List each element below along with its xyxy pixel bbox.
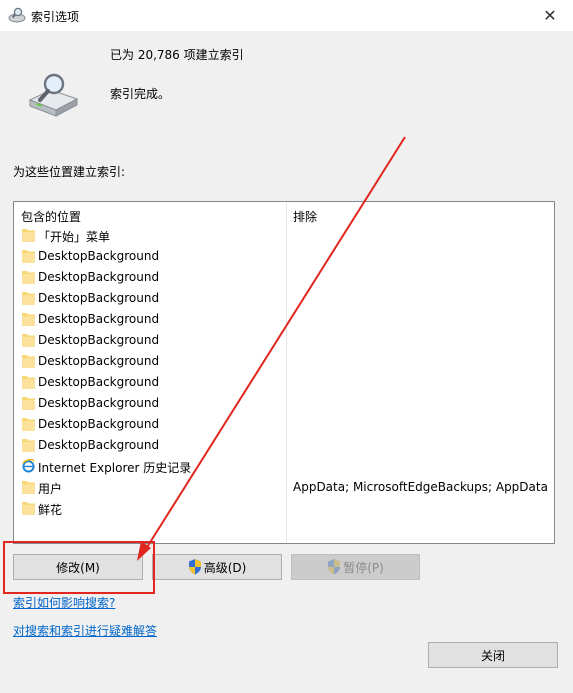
table-row[interactable]: Internet Explorer 历史记录 — [19, 456, 549, 477]
indexing-drive-icon — [28, 73, 79, 117]
table-row[interactable]: DesktopBackground — [19, 309, 549, 330]
uac-shield-icon — [328, 559, 341, 575]
table-row[interactable]: DesktopBackground — [19, 267, 549, 288]
close-icon: ✕ — [543, 6, 557, 25]
column-header-included[interactable]: 包含的位置 — [21, 208, 81, 225]
table-row[interactable]: DesktopBackground — [19, 288, 549, 309]
title-bar: 索引选项 ✕ — [0, 0, 573, 32]
table-row[interactable]: DesktopBackground — [19, 393, 549, 414]
modify-button-label: 修改(M) — [56, 560, 100, 575]
location-name: DesktopBackground — [38, 396, 160, 410]
location-name: DesktopBackground — [38, 333, 160, 347]
indexed-count-text: 已为 20,786 项建立索引 — [110, 48, 244, 62]
location-name: DesktopBackground — [38, 270, 160, 284]
advanced-button[interactable]: 高级(D) — [152, 554, 282, 580]
location-name: 用户 — [38, 482, 63, 496]
location-name: DesktopBackground — [38, 312, 160, 326]
locations-list[interactable]: 包含的位置 排除 「开始」菜单 DesktopBackground DesktopB… — [13, 201, 555, 544]
excluded-folders: AppData; MicrosoftEdgeBackups; AppData — [293, 480, 548, 494]
table-row[interactable]: 鲜花 — [19, 498, 549, 519]
advanced-button-label: 高级(D) — [203, 560, 247, 575]
table-row[interactable]: DesktopBackground — [19, 435, 549, 456]
column-header-excluded[interactable]: 排除 — [293, 208, 317, 225]
location-name: DesktopBackground — [38, 249, 160, 263]
table-row[interactable]: DesktopBackground — [19, 330, 549, 351]
location-name: DesktopBackground — [38, 438, 160, 452]
close-button[interactable]: 关闭 — [428, 642, 558, 668]
modify-button[interactable]: 修改(M) — [13, 554, 143, 580]
table-row[interactable]: DesktopBackground — [19, 414, 549, 435]
location-name: 「开始」菜单 — [38, 230, 111, 244]
table-row[interactable]: 「开始」菜单 — [19, 225, 549, 246]
location-name: DesktopBackground — [38, 291, 160, 305]
pause-button-label: 暂停(P) — [343, 560, 384, 575]
location-name: DesktopBackground — [38, 354, 160, 368]
troubleshoot-link[interactable]: 对搜索和索引进行疑难解答 — [13, 622, 157, 639]
close-window-button[interactable]: ✕ — [527, 0, 573, 31]
table-row[interactable]: 用户 AppData; MicrosoftEdgeBackups; AppData — [19, 477, 549, 498]
indexing-options-icon — [8, 7, 26, 23]
location-name: Internet Explorer 历史记录 — [38, 461, 192, 475]
window-title: 索引选项 — [31, 10, 80, 24]
table-row[interactable]: DesktopBackground — [19, 246, 549, 267]
uac-shield-icon — [188, 559, 201, 575]
location-name: DesktopBackground — [38, 375, 160, 389]
pause-button[interactable]: 暂停(P) — [291, 554, 420, 580]
location-name: 鲜花 — [38, 503, 63, 517]
close-button-label: 关闭 — [480, 648, 505, 663]
table-row[interactable]: DesktopBackground — [19, 351, 549, 372]
table-row[interactable]: DesktopBackground — [19, 372, 549, 393]
indexing-status-text: 索引完成。 — [110, 87, 171, 101]
location-name: DesktopBackground — [38, 417, 160, 431]
section-label: 为这些位置建立索引: — [13, 165, 126, 179]
how-indexing-affects-search-link[interactable]: 索引如何影响搜索? — [13, 594, 115, 611]
